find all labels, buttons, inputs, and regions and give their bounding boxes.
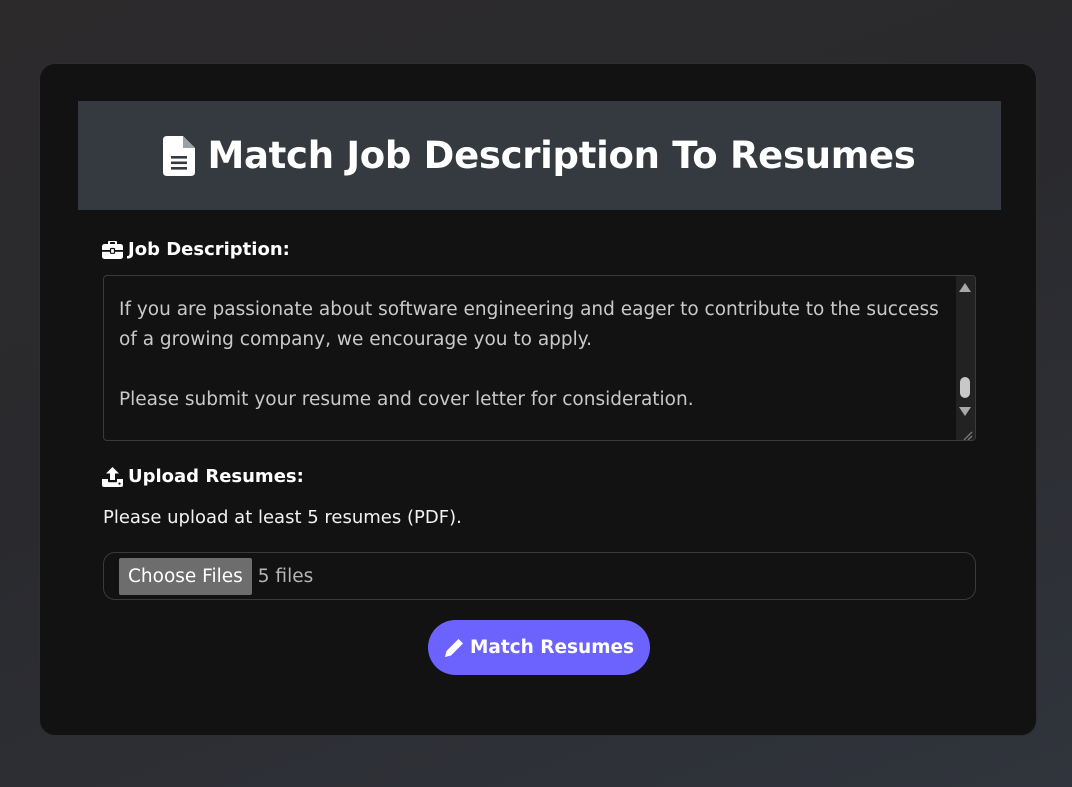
job-description-text: If you are passionate about software eng… <box>119 295 949 415</box>
choose-files-button[interactable]: Choose Files <box>119 557 252 595</box>
pencil-icon <box>444 638 464 658</box>
resize-grip-icon[interactable] <box>961 426 973 440</box>
main-card: Match Job Description To Resumes Job Des… <box>39 63 1037 736</box>
page-title: Match Job Description To Resumes <box>207 134 916 177</box>
upload-resumes-label-text: Upload Resumes: <box>128 466 304 487</box>
job-description-label: Job Description: <box>102 239 290 260</box>
upload-icon <box>102 466 123 487</box>
textarea-scrollbar[interactable] <box>956 276 975 440</box>
file-lines-icon <box>163 135 196 176</box>
briefcase-icon <box>102 240 123 259</box>
upload-help-text: Please upload at least 5 resumes (PDF). <box>103 507 462 528</box>
file-count-text: 5 files <box>257 565 314 587</box>
job-description-textarea[interactable]: If you are passionate about software eng… <box>103 275 976 441</box>
upload-resumes-label: Upload Resumes: <box>102 466 304 487</box>
file-input[interactable]: Choose Files 5 files <box>103 552 976 600</box>
scroll-down-arrow-icon[interactable] <box>959 407 971 416</box>
match-resumes-button[interactable]: Match Resumes <box>428 620 650 675</box>
match-resumes-label: Match Resumes <box>469 637 635 658</box>
scroll-up-arrow-icon[interactable] <box>959 283 971 292</box>
job-description-label-text: Job Description: <box>128 239 290 260</box>
page-header: Match Job Description To Resumes <box>78 101 1001 210</box>
scrollbar-thumb[interactable] <box>960 377 970 398</box>
job-description-paragraph: Please submit your resume and cover lett… <box>119 389 694 410</box>
job-description-paragraph: If you are passionate about software eng… <box>119 299 939 350</box>
